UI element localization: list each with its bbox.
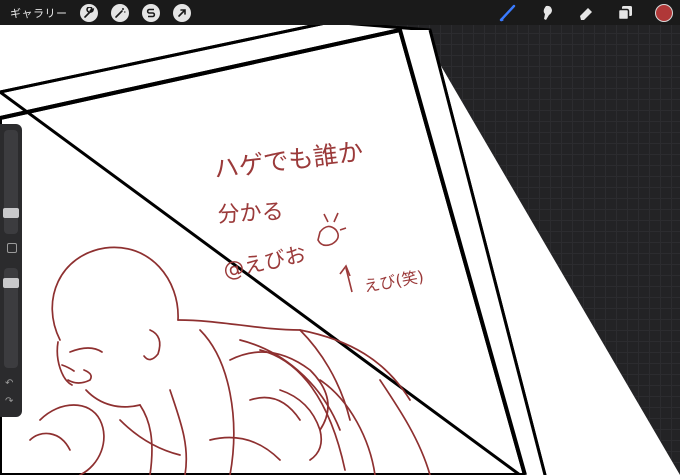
brush-size-slider[interactable] <box>3 130 19 234</box>
adjustments-button[interactable] <box>110 3 129 22</box>
opacity-slider[interactable] <box>3 268 19 368</box>
arrow-cursor-icon <box>177 8 186 17</box>
gallery-link[interactable]: ギャラリー <box>10 5 68 21</box>
brush-icon <box>499 4 516 21</box>
brush-size-thumb[interactable] <box>3 208 19 218</box>
redo-icon: ↷ <box>5 396 14 407</box>
selection-s-icon <box>146 8 155 17</box>
selection-button[interactable] <box>141 3 160 22</box>
layers-button[interactable] <box>614 2 636 24</box>
procreate-app: ハゲでも誰か 分かる @えびお えび(笑) ギャラリー ↶ ↷ <box>0 0 680 475</box>
handwriting-line-2: 分かる <box>217 200 284 228</box>
color-swatch-button[interactable] <box>655 3 673 22</box>
brush-tool-button[interactable] <box>497 2 519 24</box>
right-tool-group <box>480 0 680 25</box>
drawing-canvas[interactable]: ハゲでも誰か 分かる @えびお えび(笑) <box>0 0 680 475</box>
magic-wand-icon <box>114 7 125 18</box>
smudge-icon <box>543 5 552 20</box>
actions-button[interactable] <box>79 3 98 22</box>
paper-area <box>0 20 680 475</box>
layers-icon <box>617 5 632 20</box>
undo-icon: ↶ <box>5 378 14 389</box>
left-sidebar: ↶ ↷ <box>0 124 22 417</box>
undo-button[interactable]: ↶ <box>5 378 13 389</box>
smudge-tool-button[interactable] <box>536 2 558 24</box>
modify-button[interactable] <box>7 243 17 253</box>
opacity-thumb[interactable] <box>3 278 19 288</box>
eraser-tool-button[interactable] <box>575 2 597 24</box>
transform-button[interactable] <box>172 3 191 22</box>
top-toolbar: ギャラリー <box>0 0 680 25</box>
eraser-icon <box>580 7 592 20</box>
redo-button[interactable]: ↷ <box>5 396 13 407</box>
wrench-icon <box>83 6 94 18</box>
